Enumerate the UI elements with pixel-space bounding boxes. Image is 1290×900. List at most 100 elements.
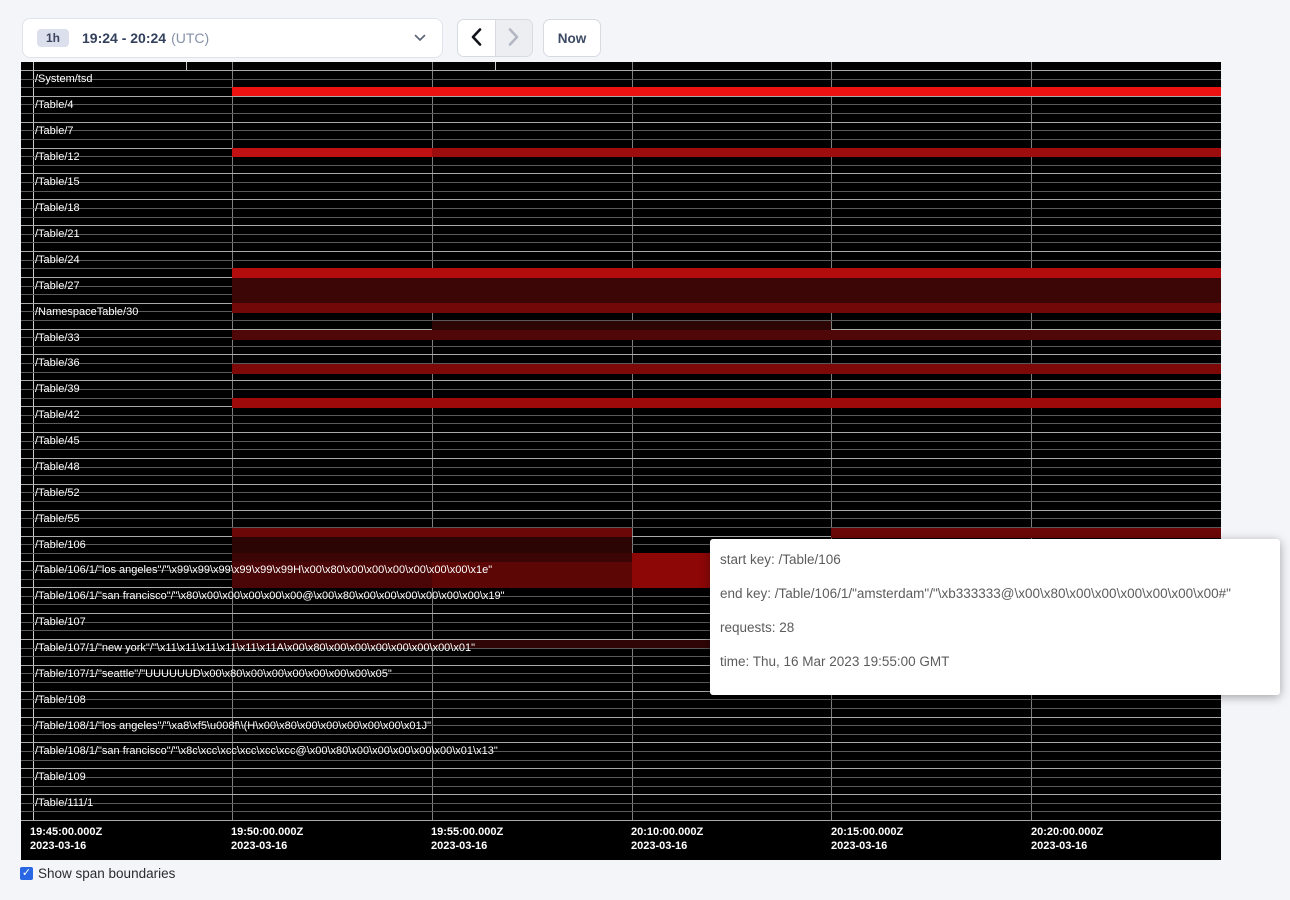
row-label: /Table/27 [35,280,80,293]
time-axis-label: 19:50:00.000Z2023-03-16 [231,825,303,853]
heat-band[interactable] [232,537,632,553]
row-label: /Table/108/1/"san francisco"/"\x8c\xcc\x… [35,745,498,758]
row-label: /Table/7 [35,125,74,138]
span-subdivision-line [21,217,1221,218]
span-subdivision-line [21,734,1221,735]
span-subdivision-line [21,449,1221,450]
key-visualizer-canvas[interactable]: /System/tsd/Table/4/Table/7/Table/12/Tab… [21,62,1221,860]
span-subdivision-line [21,760,1221,761]
row-label: /Table/106/1/"los angeles"/"\x99\x99\x99… [35,564,492,577]
time-axis-time: 19:45:00.000Z [30,825,102,839]
span-subdivision-line [21,260,1221,261]
row-label: /Table/4 [35,99,74,112]
time-range-selector[interactable]: 1h 19:24 - 20:24 (UTC) [22,18,443,58]
row-label: /Table/109 [35,771,86,784]
span-boundary-line [21,510,1221,511]
row-label: /Table/42 [35,409,80,422]
next-range-button[interactable] [495,20,533,56]
time-axis-label: 19:55:00.000Z2023-03-16 [431,825,503,853]
row-label: /Table/24 [35,254,80,267]
heat-band[interactable] [232,364,1221,374]
heat-band[interactable] [232,303,1221,313]
span-subdivision-line [21,165,1221,166]
time-axis-date: 2023-03-16 [431,839,503,853]
span-boundary-line [21,768,1221,769]
prev-range-button[interactable] [458,20,495,56]
heat-band[interactable] [232,148,432,157]
heat-band[interactable] [432,148,1221,157]
time-range-preset-chip: 1h [37,29,69,47]
key-visualizer-page: 1h 19:24 - 20:24 (UTC) Now /System/tsd/T… [0,0,1290,900]
span-subdivision-line [21,811,1221,812]
row-label: /Table/106/1/"san francisco"/"\x80\x00\x… [35,590,505,603]
span-subdivision-line [21,699,1221,700]
time-range-text: 19:24 - 20:24 [82,30,166,46]
span-boundary-line [21,225,1221,226]
span-subdivision-line [21,208,1221,209]
tooltip-end-key: end key: /Table/106/1/"amsterdam"/"\xb33… [720,586,1270,602]
show-span-boundaries-label: Show span boundaries [38,866,175,881]
span-subdivision-line [21,191,1221,192]
span-subdivision-line [21,242,1221,243]
row-label: /Table/107 [35,616,86,629]
now-button[interactable]: Now [543,19,601,57]
span-subdivision-line [21,113,1221,114]
span-subdivision-line [21,786,1221,787]
time-axis-label: 20:15:00.000Z2023-03-16 [831,825,903,853]
time-range-nav [457,19,533,57]
row-label: /Table/21 [35,228,80,241]
span-boundary-line [21,432,1221,433]
row-label: /Table/36 [35,357,80,370]
time-axis-date: 2023-03-16 [30,839,102,853]
row-label: /Table/55 [35,513,80,526]
heat-band[interactable] [232,553,632,562]
tooltip-time: time: Thu, 16 Mar 2023 19:55:00 GMT [720,654,1270,670]
span-boundary-line [21,251,1221,252]
span-subdivision-line [21,415,1221,416]
row-label: /Table/107/1/"seattle"/"UUUUUUD\x00\x80\… [35,668,392,681]
row-label: /Table/39 [35,383,80,396]
span-boundary-line [21,794,1221,795]
row-label: /Table/18 [35,202,80,215]
span-subdivision-line [21,518,1221,519]
span-subdivision-line [21,441,1221,442]
span-boundary-line [21,199,1221,200]
heat-band[interactable] [232,87,1221,96]
chevron-left-icon [471,28,482,49]
heat-band[interactable] [831,528,1221,538]
span-boundary-line [21,484,1221,485]
span-subdivision-line [21,346,1221,347]
time-axis-date: 2023-03-16 [631,839,703,853]
row-label: /NamespaceTable/30 [35,306,138,319]
span-boundary-line [21,742,1221,743]
time-axis-label: 20:10:00.000Z2023-03-16 [631,825,703,853]
span-boundary-line [21,173,1221,174]
heat-band[interactable] [232,330,1221,340]
span-subdivision-line [21,389,1221,390]
heat-band[interactable] [232,278,1221,303]
span-boundary-line [21,70,1221,71]
heat-band[interactable] [432,321,831,330]
span-subdivision-line [21,492,1221,493]
span-subdivision-line [21,139,1221,140]
tooltip-start-key: start key: /Table/106 [720,552,1270,568]
time-axis-label: 20:20:00.000Z2023-03-16 [1031,825,1103,853]
row-label: /Table/33 [35,332,80,345]
plot-bottom-line [21,820,1221,821]
span-boundary-line [21,122,1221,123]
chevron-down-icon [414,34,426,42]
span-subdivision-line [21,130,1221,131]
span-subdivision-line [21,475,1221,476]
show-span-boundaries-control: ✓ Show span boundaries [20,866,175,881]
time-axis-date: 2023-03-16 [231,839,303,853]
time-axis-label: 19:45:00.000Z2023-03-16 [30,825,102,853]
heat-band[interactable] [232,398,1221,408]
span-boundary-tick [186,62,187,70]
span-subdivision-line [21,234,1221,235]
time-axis-date: 2023-03-16 [1031,839,1103,853]
span-subdivision-line [21,803,1221,804]
show-span-boundaries-checkbox[interactable]: ✓ [20,867,33,880]
span-boundary-line [21,458,1221,459]
heat-band[interactable] [232,268,1221,278]
span-subdivision-line [21,182,1221,183]
